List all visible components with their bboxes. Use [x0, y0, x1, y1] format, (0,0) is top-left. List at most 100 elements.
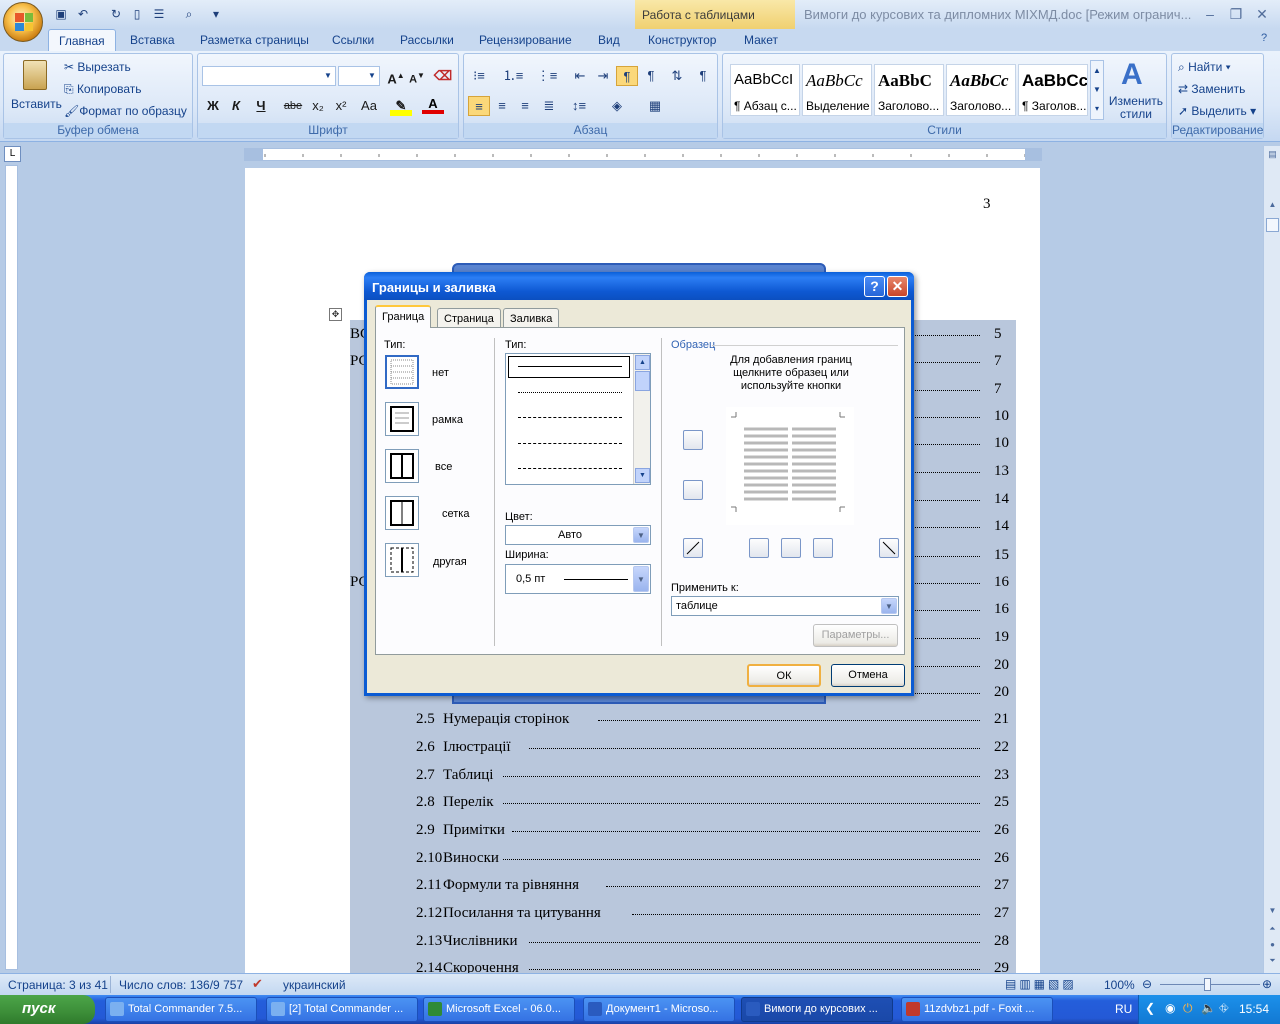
network-icon[interactable]: ⛗: [1219, 1001, 1229, 1016]
preset-custom-label[interactable]: другая: [433, 556, 467, 568]
browse-object-icon[interactable]: ●: [1266, 940, 1279, 954]
subscript-button[interactable]: x₂: [307, 96, 329, 116]
font-size-combo[interactable]: ▼: [338, 66, 380, 86]
proofing-icon[interactable]: ✔: [252, 976, 263, 992]
line-list-scrollbar[interactable]: ▲ ▼: [633, 354, 650, 484]
toc-row[interactable]: 2.13 Числівники 28: [350, 933, 1016, 959]
diagonal-down-border-icon[interactable]: [879, 538, 899, 558]
styles-scroll[interactable]: ▲ ▼ ▾: [1090, 60, 1104, 120]
clear-format-icon[interactable]: ⌫: [432, 66, 454, 86]
toc-row[interactable]: 2.10 Виноски 26: [350, 850, 1016, 876]
taskbar-item[interactable]: Microsoft Excel - 06.0...: [423, 997, 575, 1022]
zoom-in-icon[interactable]: ⊕: [1262, 977, 1272, 991]
decrease-indent-icon[interactable]: ⇤: [569, 66, 591, 86]
taskbar-item[interactable]: Документ1 - Microso...: [583, 997, 735, 1022]
preset-grid-icon[interactable]: [385, 496, 419, 530]
preset-none-icon[interactable]: [385, 355, 419, 389]
close-icon[interactable]: ✕: [887, 276, 908, 297]
preset-none-label[interactable]: нет: [432, 367, 449, 379]
scroll-down-icon[interactable]: ▼: [635, 468, 650, 483]
grow-font-button[interactable]: A▲: [385, 66, 407, 86]
line-spacing-icon[interactable]: ↕≡: [568, 96, 590, 116]
page-status[interactable]: Страница: 3 из 41: [8, 978, 108, 992]
preset-box-label[interactable]: рамка: [432, 414, 463, 426]
show-marks-icon[interactable]: ¶: [692, 66, 714, 86]
diagonal-up-border-icon[interactable]: [683, 538, 703, 558]
toc-row[interactable]: 2.6 Ілюстрації 22: [350, 739, 1016, 765]
bullets-icon[interactable]: ⁝≡: [468, 66, 490, 86]
left-border-icon[interactable]: [749, 538, 769, 558]
qat-customize-icon[interactable]: ▾: [210, 5, 222, 23]
zoom-level[interactable]: 100%: [1104, 978, 1135, 992]
tray-power-icon[interactable]: ⏻: [1183, 1001, 1193, 1016]
undo-icon[interactable]: ↶: [74, 5, 92, 23]
align-center-icon[interactable]: ≡: [491, 96, 513, 116]
horizontal-ruler[interactable]: [244, 148, 1042, 161]
superscript-button[interactable]: x²: [330, 96, 352, 116]
line-dash-dot[interactable]: [518, 468, 622, 469]
style-heading2[interactable]: AaBbCc Заголово...: [946, 64, 1016, 116]
new-doc-icon[interactable]: ▯: [128, 5, 146, 23]
line-dotted[interactable]: [518, 392, 622, 393]
style-normal[interactable]: AaBbCcI ¶ Абзац с...: [730, 64, 800, 116]
format-painter-button[interactable]: 🖌Формат по образцу: [64, 104, 187, 118]
numbering-icon[interactable]: ⒈≡: [502, 66, 524, 86]
tab-page[interactable]: Страница: [437, 308, 501, 328]
tab-view[interactable]: Вид: [588, 29, 630, 51]
table-move-handle-icon[interactable]: ✥: [329, 308, 342, 321]
line-style-list[interactable]: ▲ ▼: [505, 353, 651, 485]
toc-row[interactable]: 2.12 Посилання та цитування 27: [350, 905, 1016, 931]
line-style-selected[interactable]: [508, 356, 630, 378]
tab-design[interactable]: Конструктор: [638, 29, 726, 51]
strikethrough-button[interactable]: abe: [282, 96, 304, 116]
volume-icon[interactable]: 🔈: [1201, 1001, 1216, 1015]
next-page-icon[interactable]: ⏷: [1266, 956, 1279, 970]
increase-indent-icon[interactable]: ⇥: [592, 66, 614, 86]
justify-icon[interactable]: ≣: [538, 96, 560, 116]
find-button[interactable]: ⌕ Найти ▾: [1178, 60, 1231, 75]
scroll-up-icon[interactable]: ▲: [1266, 200, 1279, 214]
taskbar-item[interactable]: Total Commander 7.5...: [105, 997, 257, 1022]
tab-insert[interactable]: Вставка: [120, 29, 185, 51]
tab-selector[interactable]: L: [4, 146, 21, 162]
office-button[interactable]: [3, 2, 43, 42]
list-icon[interactable]: ☰: [150, 5, 168, 23]
preset-grid-label[interactable]: сетка: [442, 508, 469, 520]
view-buttons-icon[interactable]: ▤▥▦▧▨: [1005, 977, 1077, 991]
taskbar-item[interactable]: 11zdvbz1.pdf - Foxit ...: [901, 997, 1053, 1022]
tab-shading[interactable]: Заливка: [503, 308, 560, 328]
align-left-icon[interactable]: ≡: [468, 96, 490, 116]
save-icon[interactable]: ▣: [52, 5, 70, 23]
change-styles-button[interactable]: A Изменить стили: [1107, 58, 1165, 121]
multilevel-list-icon[interactable]: ⋮≡: [536, 66, 558, 86]
tab-home[interactable]: Главная: [48, 29, 116, 51]
scroll-thumb[interactable]: [1266, 218, 1279, 232]
right-border-icon[interactable]: [813, 538, 833, 558]
restore-icon[interactable]: ❐: [1224, 3, 1248, 25]
zoom-out-icon[interactable]: ⊖: [1142, 977, 1152, 991]
copy-button[interactable]: ⎘ Копировать: [64, 82, 142, 97]
apply-to-select[interactable]: таблице ▼: [671, 596, 899, 616]
toc-row[interactable]: 2.7 Таблиці 23: [350, 767, 1016, 793]
ruler-toggle-icon[interactable]: ▤: [1266, 149, 1279, 163]
tab-border[interactable]: Граница: [375, 305, 432, 328]
borders-icon[interactable]: ▦: [644, 96, 666, 116]
options-button[interactable]: Параметры...: [813, 624, 898, 647]
preset-all-icon[interactable]: [385, 449, 419, 483]
font-color-icon[interactable]: A: [422, 96, 444, 114]
select-button[interactable]: ➚ Выделить ▾: [1178, 104, 1256, 118]
language-indicator[interactable]: RU: [1115, 1002, 1132, 1016]
inside-h-border-icon[interactable]: [683, 480, 703, 500]
color-select[interactable]: Авто ▼: [505, 525, 651, 545]
toc-row[interactable]: 2.11 Формули та рівняння 27: [350, 877, 1016, 903]
replace-button[interactable]: ⇄ Заменить: [1178, 82, 1245, 96]
border-preview[interactable]: [726, 407, 854, 525]
shading-icon[interactable]: ◈: [606, 96, 628, 116]
minimize-icon[interactable]: –: [1198, 3, 1222, 25]
line-solid[interactable]: [518, 366, 622, 367]
scroll-thumb[interactable]: [635, 371, 650, 391]
style-emphasis[interactable]: AaBbCc Выделение: [802, 64, 872, 116]
highlight-icon[interactable]: ✎: [390, 96, 412, 116]
tab-page-layout[interactable]: Разметка страницы: [190, 29, 319, 51]
cut-button[interactable]: ✂ Вырезать: [64, 60, 131, 74]
